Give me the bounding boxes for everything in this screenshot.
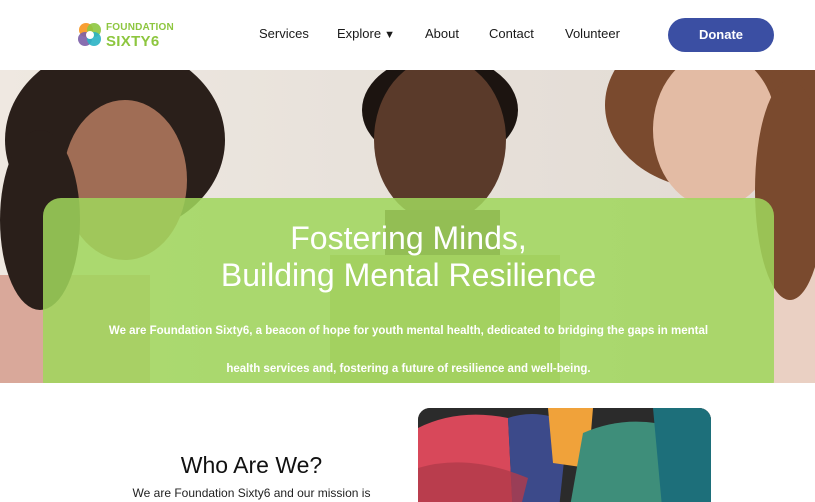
hero-subtitle-line1: We are Foundation Sixty6, a beacon of ho… [108,325,709,337]
logo-mark-icon [78,23,101,46]
nav-services[interactable]: Services [259,26,309,41]
nav-explore-label: Explore [337,26,382,41]
hero-title: Fostering Minds, Building Mental Resilie… [43,220,774,294]
logo-line-sixty6: SIXTY6 [106,33,160,50]
foundation-logo[interactable]: FOUNDATION SIXTY6 [76,21,186,51]
hero-subtitle-line2: health services and, fostering a future … [226,363,591,375]
donate-button[interactable]: Donate [668,18,774,52]
nav-about[interactable]: About [425,26,459,41]
hero-section: Fostering Minds, Building Mental Resilie… [0,70,815,383]
hero-subtitle: We are Foundation Sixty6, a beacon of ho… [70,312,747,383]
caret-down-icon: ▼ [384,29,395,41]
nav-contact[interactable]: Contact [489,26,534,41]
about-image [418,408,711,502]
nav-volunteer[interactable]: Volunteer [565,26,620,41]
hero-title-line1: Fostering Minds, [290,220,527,256]
site-header: FOUNDATION SIXTY6 Services Explore ▼ Abou… [0,0,815,70]
logo-text: FOUNDATION SIXTY6 [106,22,174,50]
hero-title-line2: Building Mental Resilience [220,257,597,293]
knitted-sweaters-image [418,408,711,502]
about-text: We are Foundation Sixty6 and our mission… [132,486,371,500]
logo-line-foundation: FOUNDATION [106,22,174,33]
about-title: Who Are We? [180,452,323,478]
nav-explore[interactable]: Explore ▼ [337,26,395,41]
